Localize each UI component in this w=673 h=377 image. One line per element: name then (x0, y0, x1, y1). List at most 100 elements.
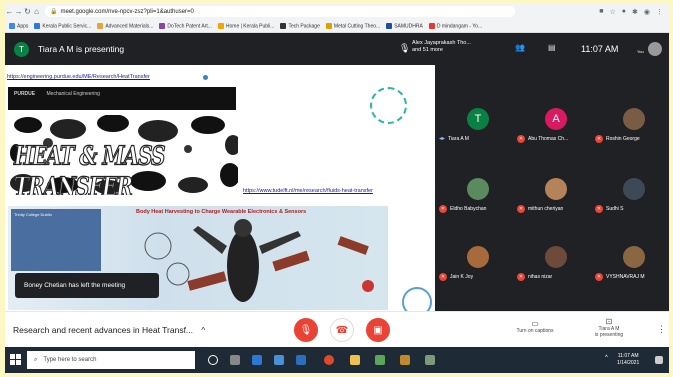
tray-clock[interactable]: 11:07 AM 1/14/2021 (617, 353, 639, 367)
leave-call-button[interactable]: ☎ (330, 318, 354, 342)
camera-icon[interactable]: ■ (599, 8, 603, 16)
task-view-icon[interactable] (230, 355, 240, 365)
url-text: meet.google.com/nve-npcv-zsz?pli=1&authu… (60, 8, 194, 15)
windows-start-icon[interactable] (10, 354, 21, 365)
slide-link: https://engineering.purdue.edu/ME/Resear… (7, 74, 150, 80)
slide-link-2: https://www.tudelft.nl/me/research/fluid… (243, 188, 373, 194)
purdue-subtitle: Mechanical Engineering (46, 91, 100, 97)
participants-summary[interactable]: Alex Jayaprakash Tho... and 51 more (412, 40, 471, 54)
bookmark-item[interactable]: Advanced Materials... (97, 22, 153, 29)
muted-icon: ✕ (517, 273, 525, 281)
notification-icon[interactable] (655, 356, 663, 364)
tray-date: 1/14/2021 (617, 360, 640, 366)
bookmark-item[interactable]: D mindangam - Yo... (428, 22, 482, 29)
captions-label: Turn on captions (516, 328, 554, 334)
participants-summary-line2: and 51 more (412, 47, 443, 53)
participant-tile[interactable]: ✕ VYSHNAVRAJ M (595, 241, 669, 291)
address-bar[interactable]: 🔒 meet.google.com/nve-npcv-zsz?pli=1&aut… (45, 6, 515, 17)
cortana-icon[interactable] (208, 355, 218, 365)
muted-icon: ✕ (517, 135, 525, 143)
reload-icon[interactable]: ↻ (23, 7, 32, 16)
participant-name: Abu Thomas Ch... (528, 136, 569, 142)
participant-tile[interactable]: ✕ Eldho Babychan (439, 173, 517, 223)
muted-icon: ✕ (595, 205, 603, 213)
participant-tile[interactable]: ✕ nihas nizar (517, 241, 595, 291)
participant-tile[interactable]: A ✕ Abu Thomas Ch... (517, 103, 595, 153)
mic-off-icon: 🎙 (299, 324, 313, 336)
app-icon[interactable] (425, 355, 435, 365)
participant-name: Jain K Joy (450, 274, 474, 280)
muted-icon: ✕ (595, 135, 603, 143)
extension-icon[interactable]: ● (622, 8, 626, 16)
menu-icon[interactable]: ⋮ (656, 8, 663, 16)
app-icon[interactable] (375, 355, 385, 365)
tray-chevron-icon[interactable]: ^ (605, 355, 608, 361)
participant-name: mithun cheriyan (528, 206, 564, 212)
home-icon[interactable]: ⌂ (32, 7, 41, 16)
muted-icon: ✕ (439, 273, 447, 281)
chevron-up-icon: ^ (201, 326, 206, 335)
participant-photo (623, 108, 645, 130)
participants-summary-line1: Alex Jayaprakash Tho... (412, 40, 471, 46)
mail-icon[interactable] (296, 355, 306, 365)
captions-button[interactable]: ▭ Turn on captions (509, 319, 561, 334)
participant-tile[interactable]: ✕ Roshin George (595, 103, 669, 153)
people-icon[interactable]: 👥 (515, 43, 525, 52)
presenting-status: Tiara A M is presenting (38, 44, 125, 54)
bookmark-item[interactable]: Tech Package (280, 22, 320, 29)
self-avatar[interactable] (648, 42, 662, 56)
bookmarks-bar: Apps Kerala Public Servic... Advanced Ma… (5, 20, 669, 33)
camera-off-icon: ▣ (373, 324, 383, 336)
participant-avatar: T (467, 108, 489, 130)
bookmark-item[interactable]: DoTech Patent Art... (159, 22, 212, 29)
edge-icon[interactable] (252, 355, 262, 365)
banner-title: HEAT & MASS TRANSFER (14, 139, 167, 195)
star-icon[interactable]: ☆ (610, 8, 616, 16)
meeting-title: Research and recent advances in Heat Tra… (13, 325, 194, 335)
bookmark-item[interactable]: Home | Kerala Publi... (217, 22, 274, 29)
taskbar-search[interactable]: ⌕ Type here to search (27, 351, 195, 369)
mic-off-button[interactable]: 🎙 (294, 318, 318, 342)
captions-icon: ▭ (531, 319, 539, 328)
chrome-icon[interactable] (324, 355, 334, 365)
participant-tile[interactable]: ✕ mithun cheriyan (517, 173, 595, 223)
shared-screen: https://engineering.purdue.edu/ME/Resear… (5, 65, 435, 311)
dashed-circle-decoration (370, 87, 407, 124)
participant-tile[interactable]: ✕ Jain K Joy (439, 241, 517, 291)
bookmark-item[interactable]: Apps (9, 22, 28, 29)
heat-mass-transfer-banner: HEAT & MASS TRANSFER (8, 115, 238, 195)
muted-icon: ✕ (517, 205, 525, 213)
bookmark-item[interactable]: Metal Cutting Theo... (325, 22, 380, 29)
participant-tile[interactable]: T ◂▸ Tiara A M (439, 103, 517, 153)
bookmark-item[interactable]: Kerala Public Servic... (34, 22, 91, 29)
chat-icon[interactable]: ▤ (548, 43, 556, 52)
meeting-details[interactable]: Research and recent advances in Heat Tra… (13, 325, 205, 335)
microphone-icon: 🎙 (399, 43, 411, 53)
meet-controls: Research and recent advances in Heat Tra… (5, 311, 669, 347)
you-label: You (637, 49, 644, 54)
participant-photo (467, 178, 489, 200)
participant-name: Roshin George (606, 136, 640, 142)
participant-photo (467, 246, 489, 268)
screen: ← → ↻ ⌂ 🔒 meet.google.com/nve-npcv-zsz?p… (5, 3, 669, 373)
participant-photo (623, 178, 645, 200)
forward-icon[interactable]: → (14, 7, 23, 16)
participant-name: Sudhi S (606, 206, 624, 212)
app-icon[interactable] (400, 355, 410, 365)
presenting-button[interactable]: ⊡ Tiara A M is presenting (585, 317, 633, 338)
profile-icon[interactable]: ◉ (644, 8, 650, 16)
puzzle-icon[interactable]: ✱ (632, 8, 638, 16)
store-icon[interactable] (274, 355, 284, 365)
extension-icons: ■ ☆ ● ✱ ◉ ⋮ (599, 8, 669, 16)
tray-time: 11:07 AM (617, 353, 639, 359)
more-options-icon[interactable]: ⋮ (657, 324, 666, 335)
participant-name: Tiara A M (448, 135, 469, 142)
purdue-logo: PURDUE (14, 91, 36, 97)
back-icon[interactable]: ← (5, 7, 14, 16)
file-explorer-icon[interactable] (350, 355, 360, 365)
participant-tile[interactable]: ✕ Sudhi S (595, 173, 669, 223)
slide-dot-icon (203, 75, 208, 80)
camera-off-button[interactable]: ▣ (366, 318, 390, 342)
bookmark-item[interactable]: SAMUDHRA (386, 22, 423, 29)
notification-toast: Boney Chetian has left the meeting (15, 273, 159, 298)
